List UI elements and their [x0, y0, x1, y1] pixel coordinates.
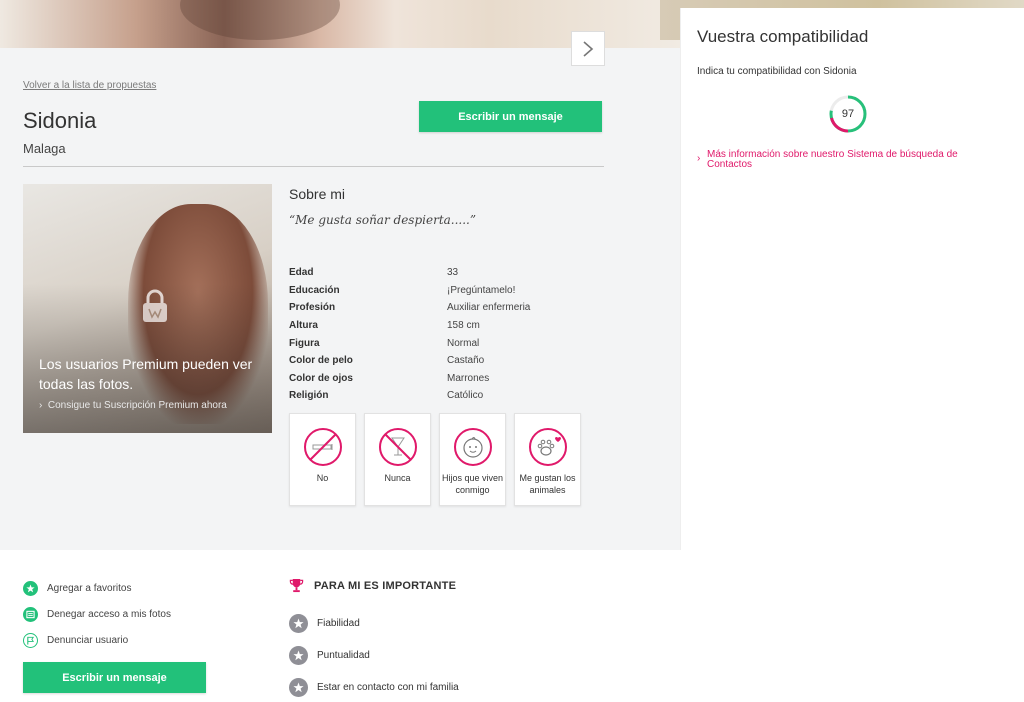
- habit-card-children: Hijos que viven conmigo: [439, 413, 506, 506]
- compatibility-score: 97: [841, 108, 855, 120]
- profile-city: Malaga: [23, 141, 66, 156]
- detail-row: Profesión Auxiliar enfermeria: [289, 299, 530, 317]
- add-favorite-action[interactable]: Agregar a favoritos: [23, 575, 171, 601]
- star-icon: [23, 580, 38, 596]
- detail-value: Auxiliar enfermeria: [447, 302, 531, 314]
- write-message-button-bottom[interactable]: Escribir un mensaje: [23, 662, 206, 693]
- detail-row: Edad 33: [289, 264, 530, 282]
- habit-label: Me gustan los animales: [519, 473, 576, 495]
- detail-label: Edad: [289, 267, 314, 279]
- chevron-right-icon: [583, 40, 594, 57]
- detail-value: ¡Pregúntamelo!: [447, 284, 516, 296]
- flag-icon: [23, 632, 38, 648]
- chevron-right-icon: ›: [697, 153, 701, 164]
- lock-icon: [143, 289, 167, 322]
- next-profile-button[interactable]: [571, 31, 605, 66]
- detail-value: Castaño: [447, 355, 485, 367]
- compatibility-title: Vuestra compatibilidad: [697, 27, 869, 46]
- back-to-list-link[interactable]: Volver a la lista de propuestas: [23, 80, 156, 91]
- trophy-icon: [289, 578, 304, 593]
- list-item: Fiabilidad: [289, 607, 459, 639]
- profile-actions: Agregar a favoritos Denegar acceso a mis…: [23, 575, 171, 653]
- compatibility-gauge: 97: [828, 94, 868, 134]
- profile-photo-locked[interactable]: Los usuarios Premium pueden ver todas la…: [23, 184, 272, 433]
- list-item: Puntualidad: [289, 639, 459, 671]
- action-label: Agregar a favoritos: [47, 582, 132, 594]
- detail-row: Figura Normal: [289, 334, 530, 352]
- profile-name: Sidonia: [23, 108, 97, 133]
- habit-label: Nunca: [384, 473, 411, 483]
- paw-heart-icon: [528, 428, 567, 466]
- detail-value: 33: [447, 267, 459, 279]
- star-badge-icon: [289, 613, 308, 633]
- detail-label: Altura: [289, 320, 318, 332]
- habit-card-pets: Me gustan los animales: [514, 413, 581, 506]
- habit-cards: No Nunca Hijos que viven conmigo Me gust…: [289, 413, 581, 506]
- detail-value: 158 cm: [447, 320, 480, 332]
- premium-subscription-link[interactable]: › Consigue tu Suscripción Premium ahora: [39, 400, 227, 411]
- search-system-info-link[interactable]: › Más información sobre nuestro Sistema …: [697, 150, 997, 170]
- habit-card-smoking: No: [289, 413, 356, 506]
- detail-row: Color de pelo Castaño: [289, 352, 530, 370]
- no-smoking-icon: [303, 428, 342, 466]
- detail-value: Marrones: [447, 372, 490, 384]
- detail-value: Normal: [447, 337, 480, 349]
- report-user-action[interactable]: Denunciar usuario: [23, 627, 171, 653]
- deny-photo-access-action[interactable]: Denegar acceso a mis fotos: [23, 601, 171, 627]
- detail-label: Religión: [289, 390, 329, 402]
- star-badge-icon: [289, 645, 308, 665]
- important-list: Fiabilidad Puntualidad Estar en contacto…: [289, 607, 459, 702]
- important-section: PARA MI ES IMPORTANTE Fiabilidad Puntual…: [289, 578, 459, 702]
- profile-details: Edad 33 Educación ¡Pregúntamelo! Profesión…: [289, 264, 530, 405]
- premium-photos-text: Los usuarios Premium pueden ver todas la…: [39, 356, 253, 392]
- about-title: Sobre mi: [289, 186, 346, 202]
- important-item-label: Estar en contacto con mi familia: [317, 681, 459, 693]
- detail-value: Católico: [447, 390, 484, 402]
- important-heading: PARA MI ES IMPORTANTE: [289, 578, 459, 593]
- important-title: PARA MI ES IMPORTANTE: [314, 579, 457, 592]
- detail-label: Educación: [289, 284, 340, 296]
- photo-lock-icon: [23, 606, 38, 622]
- action-label: Denegar acceso a mis fotos: [47, 608, 171, 620]
- compatibility-subtitle: Indica tu compatibilidad con Sidonia: [697, 66, 857, 77]
- action-label: Denunciar usuario: [47, 634, 129, 646]
- detail-label: Color de ojos: [289, 372, 353, 384]
- habit-label: Hijos que viven conmigo: [441, 473, 504, 495]
- detail-row: Color de ojos Marrones: [289, 370, 530, 388]
- detail-label: Figura: [289, 337, 320, 349]
- detail-label: Color de pelo: [289, 355, 353, 367]
- important-item-label: Fiabilidad: [317, 617, 360, 629]
- detail-row: Educación ¡Pregúntamelo!: [289, 282, 530, 300]
- habit-label: No: [316, 473, 329, 483]
- star-badge-icon: [289, 677, 308, 697]
- no-drinking-icon: [378, 428, 417, 466]
- habit-card-drinking: Nunca: [364, 413, 431, 506]
- detail-row: Altura 158 cm: [289, 317, 530, 335]
- list-item: Estar en contacto con mi familia: [289, 671, 459, 702]
- compatibility-panel: Vuestra compatibilidad Indica tu compati…: [680, 8, 1024, 550]
- baby-face-icon: [453, 428, 492, 466]
- write-message-button[interactable]: Escribir un mensaje: [419, 101, 602, 132]
- divider: [23, 166, 604, 167]
- important-item-label: Puntualidad: [317, 649, 370, 661]
- about-quote: “Me gusta soñar despierta.....”: [289, 213, 476, 227]
- detail-label: Profesión: [289, 302, 336, 314]
- detail-row: Religión Católico: [289, 387, 530, 405]
